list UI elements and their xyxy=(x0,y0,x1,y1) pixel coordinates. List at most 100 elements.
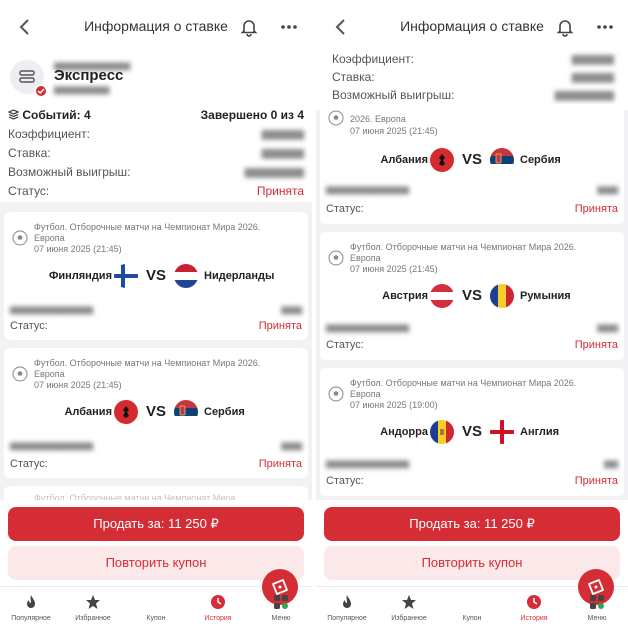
more-icon[interactable] xyxy=(594,16,616,38)
event-status-value: Принята xyxy=(258,458,302,470)
soccer-ball-icon xyxy=(328,110,344,126)
event-status-value: Принята xyxy=(574,203,618,215)
team-away: Англия xyxy=(520,426,560,438)
tab-history[interactable]: История xyxy=(187,587,249,630)
page-title: Информация о ставке xyxy=(84,18,228,34)
header: Информация о ставке xyxy=(0,0,312,56)
soccer-ball-icon xyxy=(12,230,28,246)
events-count: Событий: 4 xyxy=(7,108,91,122)
tab-label: Меню xyxy=(271,615,291,622)
team-home: Андорра xyxy=(380,426,428,438)
stake-row: Ставка: ▆▆▆▆▆ xyxy=(8,146,304,164)
repeat-coupon-button[interactable]: Повторить купон xyxy=(324,546,620,580)
bell-icon[interactable] xyxy=(554,16,576,38)
team-home: Албания xyxy=(380,154,428,166)
odds-line-blurred: ▆▆▆▆▆▆▆▆▆▆▆▆ ▆▆ xyxy=(326,458,618,468)
tab-label: Популярное xyxy=(11,615,51,622)
tab-menu[interactable]: Меню xyxy=(566,587,628,630)
coef-label: Коэффициент: xyxy=(8,127,90,141)
tab-favorites[interactable]: Избранное xyxy=(378,587,440,630)
grid-icon xyxy=(274,595,288,609)
events-label: Событий: 4 xyxy=(22,108,91,122)
odds-line-blurred: ▆▆▆▆▆▆▆▆▆▆▆▆ ▆▆▆ xyxy=(326,322,618,332)
win-value-blurred: ▆▆▆▆▆▆▆ xyxy=(244,166,304,178)
bottom-actions: Продать за: 11 250 ₽ Повторить купон xyxy=(316,500,628,586)
win-row: Возможный выигрыш: ▆▆▆▆▆▆▆ xyxy=(8,165,304,183)
event-status: Статус: Принята xyxy=(10,458,302,470)
odds-line-blurred: ▆▆▆▆▆▆▆▆▆▆▆▆ ▆▆▆ xyxy=(10,440,302,450)
vs-label: VS xyxy=(145,403,166,420)
event-card[interactable]: Футбол. Отборочные матчи на Чемпионат Ми… xyxy=(4,348,308,478)
tab-favorites[interactable]: Избранное xyxy=(62,587,124,630)
vs-label: VS xyxy=(461,287,482,304)
stake-label: Ставка: xyxy=(332,70,375,84)
event-date: 07 июня 2025 (21:45) xyxy=(34,380,122,390)
soccer-ball-icon xyxy=(328,386,344,402)
tab-coupon[interactable]: Купон xyxy=(441,569,614,630)
win-value-blurred: ▆▆▆▆▆▆▆ xyxy=(554,89,614,101)
page-title: Информация о ставке xyxy=(400,18,544,34)
stake-value-blurred: ▆▆▆▆▆ xyxy=(261,147,304,159)
sell-button[interactable]: Продать за: 11 250 ₽ xyxy=(8,507,304,541)
tab-popular[interactable]: Популярное xyxy=(316,587,378,630)
tab-history[interactable]: История xyxy=(503,587,565,630)
event-status-label: Статус: xyxy=(326,475,364,487)
event-card[interactable]: Футбол. Отборочные матчи на Чемпионат Ми… xyxy=(320,232,624,360)
odds-line-blurred: ▆▆▆▆▆▆▆▆▆▆▆▆ ▆▆▆ xyxy=(326,184,618,194)
team-away: Сербия xyxy=(204,406,245,418)
league-name: Футбол. Отборочные матчи на Чемпионат Ми… xyxy=(350,242,577,263)
austria-flag-icon xyxy=(430,284,454,308)
sell-button[interactable]: Продать за: 11 250 ₽ xyxy=(324,507,620,541)
status-value: Принята xyxy=(256,184,304,198)
event-status: Статус: Принята xyxy=(326,475,618,487)
tab-coupon[interactable]: Купон xyxy=(125,569,298,630)
event-card[interactable]: 2026. Европа 07 июня 2025 (21:45) Албани… xyxy=(320,104,624,224)
repeat-coupon-button[interactable]: Повторить купон xyxy=(8,546,304,580)
albania-flag-icon xyxy=(114,400,138,424)
bet-summary: ▆▆▆▆▆▆▆▆▆▆▆ Экспресс ▆▆▆▆▆▆▆▆ Событий: 4… xyxy=(0,56,312,202)
win-label: Возможный выигрыш: xyxy=(332,88,455,102)
coef-value-blurred: ▆▆▆▆▆ xyxy=(571,53,614,65)
event-date: 07 июня 2025 (19:00) xyxy=(350,400,438,410)
bottom-actions: Продать за: 11 250 ₽ Повторить купон xyxy=(0,500,312,586)
vs-label: VS xyxy=(145,267,166,284)
events-row: Событий: 4 Завершено 0 из 4 xyxy=(7,108,304,126)
bet-info-screen-left: Информация о ставке ▆▆▆▆▆▆▆▆▆▆▆ Экспресс… xyxy=(0,0,312,630)
soccer-ball-icon xyxy=(12,366,28,382)
coef-value-blurred: ▆▆▆▆▆ xyxy=(261,128,304,140)
more-icon[interactable] xyxy=(278,16,300,38)
tab-label: Меню xyxy=(587,615,607,622)
clock-icon xyxy=(527,595,541,609)
status-row: Статус: Принята xyxy=(8,184,304,202)
coef-row: Коэффициент: ▆▆▆▆▆ xyxy=(332,52,614,70)
finland-flag-icon xyxy=(114,264,138,288)
event-card[interactable]: Футбол. Отборочные матчи на Чемпионат Ми… xyxy=(320,368,624,496)
team-away: Сербия xyxy=(520,154,561,166)
match-teams: Албания VS Сербия xyxy=(4,400,308,424)
list-icon xyxy=(19,70,35,83)
event-date: 07 июня 2025 (21:45) xyxy=(34,244,122,254)
serbia-flag-icon xyxy=(174,400,198,424)
event-date: 07 июня 2025 (21:45) xyxy=(350,126,438,136)
league-name: Футбол. Отборочные матчи на Чемпионат Ми… xyxy=(34,222,261,243)
event-status-label: Статус: xyxy=(326,203,364,215)
tab-label: Избранное xyxy=(391,615,427,622)
event-date: 07 июня 2025 (21:45) xyxy=(350,264,438,274)
stake-label: Ставка: xyxy=(8,146,51,160)
romania-flag-icon xyxy=(490,284,514,308)
tab-label: Купон xyxy=(146,615,166,622)
team-home: Албания xyxy=(64,406,112,418)
bell-icon[interactable] xyxy=(238,16,260,38)
coef-label: Коэффициент: xyxy=(332,52,414,66)
bet-info-screen-right: Информация о ставке Коэффициент: ▆▆▆▆▆ С… xyxy=(316,0,628,630)
star-icon xyxy=(86,595,100,609)
event-card[interactable]: Футбол. Отборочные матчи на Чемпионат Ми… xyxy=(4,212,308,340)
status-label: Статус: xyxy=(8,184,50,198)
match-teams: Албания VS Сербия xyxy=(320,148,624,172)
tab-popular[interactable]: Популярное xyxy=(0,587,62,630)
event-status-value: Принята xyxy=(574,339,618,351)
fire-icon xyxy=(27,595,35,608)
star-icon xyxy=(402,595,416,609)
tab-menu[interactable]: Меню xyxy=(250,587,312,630)
soccer-ball-icon xyxy=(328,250,344,266)
